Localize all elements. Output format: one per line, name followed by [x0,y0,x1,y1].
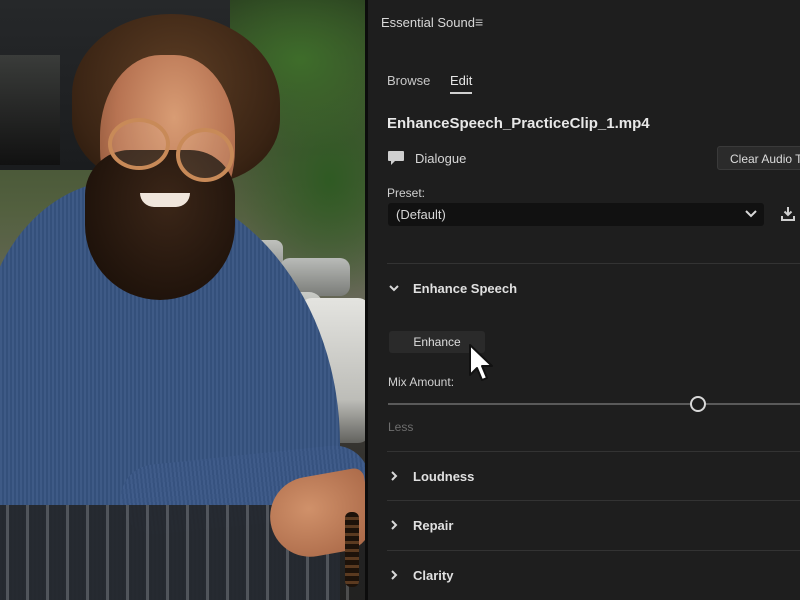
chevron-down-icon [389,285,399,292]
chevron-right-icon [391,570,398,580]
mix-amount-min-label: Less [388,420,414,434]
mix-amount-slider-thumb[interactable] [690,396,706,412]
section-repair[interactable]: Repair [387,518,453,533]
person-glasses [108,118,170,170]
clip-name: EnhanceSpeech_PracticeClip_1.mp4 [387,115,650,132]
section-divider [387,550,800,551]
essential-sound-panel: Essential Sound ≡ Browse Edit EnhanceSpe… [368,0,800,600]
section-label: Enhance Speech [413,281,518,296]
section-enhance-speech[interactable]: Enhance Speech [387,281,517,296]
chevron-right-icon [391,471,398,481]
panel-title: Essential Sound [381,15,475,30]
section-divider [387,500,800,501]
clear-audio-type-button[interactable]: Clear Audio T [717,146,800,170]
section-divider [387,263,800,264]
preset-dropdown[interactable]: (Default) [388,203,764,226]
mix-amount-slider-track[interactable] [388,403,800,405]
section-loudness[interactable]: Loudness [387,469,474,484]
save-preset-icon[interactable] [780,206,796,222]
tab-edit[interactable]: Edit [450,73,472,88]
video-preview [0,0,365,600]
person-smile [140,193,190,207]
bracelet [345,512,359,587]
section-divider [387,451,800,452]
tab-browse[interactable]: Browse [387,73,430,88]
section-label: Loudness [413,469,475,484]
active-tab-indicator [450,92,472,94]
chevron-down-icon[interactable] [744,207,758,221]
hamburger-menu-icon[interactable]: ≡ [475,14,483,30]
person-glasses [176,128,234,182]
background-window [0,55,60,165]
mix-amount-label: Mix Amount: [388,375,455,389]
clip-type-label: Dialogue [415,151,467,166]
section-label: Clarity [413,568,454,583]
preset-label: Preset: [387,186,426,200]
mouse-cursor-icon [469,344,493,381]
chevron-right-icon [391,520,398,530]
section-label: Repair [413,518,454,533]
section-clarity[interactable]: Clarity [387,568,453,583]
speech-bubble-icon [388,151,404,165]
